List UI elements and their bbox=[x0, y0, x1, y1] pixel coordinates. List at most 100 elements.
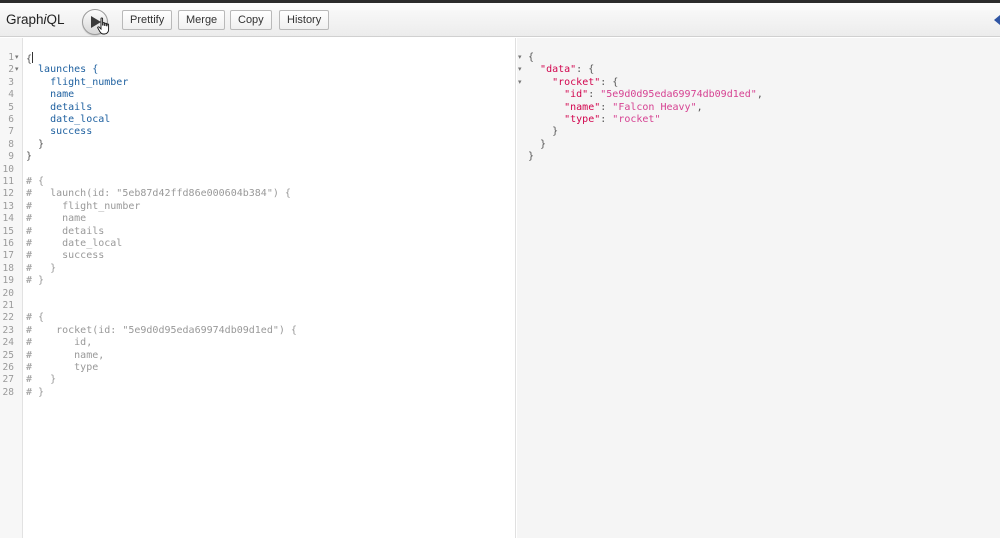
docs-chevron-icon[interactable] bbox=[994, 15, 1000, 25]
query-code-line: name bbox=[26, 89, 75, 101]
query-code-line: # { bbox=[26, 312, 45, 324]
query-code-line: # success bbox=[26, 250, 105, 262]
logo-text-ql: QL bbox=[46, 12, 65, 27]
query-code-line: } bbox=[26, 151, 33, 163]
json-punctuation: } bbox=[528, 126, 559, 138]
logo-text-graph: Graph bbox=[6, 12, 44, 27]
query-code-line: # } bbox=[26, 386, 45, 398]
line-number: 3 bbox=[8, 76, 14, 88]
prettify-button[interactable]: Prettify bbox=[122, 10, 173, 30]
fold-arrow-icon[interactable]: ▾ bbox=[518, 52, 522, 64]
query-code-line: # name bbox=[26, 213, 87, 225]
result-code-line: } bbox=[528, 126, 558, 138]
json-key: "data" bbox=[540, 64, 577, 76]
query-code-line: success bbox=[26, 126, 93, 138]
line-number: 15 bbox=[2, 225, 14, 237]
result-code-line: "rocket": { bbox=[528, 77, 618, 89]
result-viewer: ▾{▾ "data": {▾ "rocket": { "id": "5e9d0d… bbox=[517, 38, 1000, 538]
json-punctuation: , bbox=[756, 89, 763, 101]
result-code-line: } bbox=[528, 151, 534, 163]
graphiql-logo: GraphiQL bbox=[6, 12, 65, 27]
result-viewer-gutter bbox=[517, 38, 528, 538]
query-code-line: details bbox=[26, 101, 93, 113]
json-punctuation: : { bbox=[600, 76, 619, 88]
line-number: 20 bbox=[2, 287, 14, 299]
line-number: 21 bbox=[2, 300, 14, 311]
json-key: "name" bbox=[564, 101, 601, 113]
line-number: 7 bbox=[8, 126, 14, 138]
line-number: 23 bbox=[2, 324, 14, 336]
line-number: 1 bbox=[8, 52, 14, 63]
json-string-value: "rocket" bbox=[612, 114, 661, 125]
line-number: 25 bbox=[2, 349, 14, 361]
line-number: 10 bbox=[2, 163, 14, 175]
line-number: 14 bbox=[2, 213, 14, 225]
query-code-line: # rocket(id: "5e9d0d95eda69974db09d1ed")… bbox=[26, 324, 297, 336]
line-number: 11 bbox=[2, 176, 14, 187]
query-code-line: # } bbox=[26, 262, 57, 274]
query-code-line: # details bbox=[26, 225, 105, 237]
json-punctuation: : { bbox=[576, 64, 595, 76]
line-number: 18 bbox=[2, 262, 14, 274]
json-punctuation: : bbox=[600, 114, 613, 125]
result-code-line: "name": "Falcon Heavy", bbox=[528, 102, 703, 114]
toolbar: GraphiQL Prettify Merge Copy History bbox=[0, 3, 1000, 37]
json-punctuation: } bbox=[528, 151, 535, 163]
query-code-line: # { bbox=[26, 176, 45, 187]
line-number: 26 bbox=[2, 362, 14, 373]
line-number: 22 bbox=[2, 312, 14, 324]
result-code-line: "id": "5e9d0d95eda69974db09d1ed", bbox=[528, 89, 763, 101]
json-punctuation: { bbox=[528, 52, 535, 63]
line-number: 16 bbox=[2, 238, 14, 249]
json-string-value: "5e9d0d95eda69974db09d1ed" bbox=[600, 89, 757, 101]
query-code-line: # flight_number bbox=[26, 200, 141, 212]
history-button[interactable]: History bbox=[279, 10, 330, 30]
line-number: 8 bbox=[8, 138, 14, 150]
line-number: 27 bbox=[2, 374, 14, 386]
json-punctuation bbox=[528, 114, 564, 125]
json-punctuation bbox=[528, 102, 564, 113]
query-editor[interactable]: 1 ▾ {2 ▾ launches { 3 flight_number 4 name 5 d… bbox=[0, 38, 516, 538]
query-code-line: # name, bbox=[26, 349, 105, 361]
fold-arrow-icon[interactable]: ▾ bbox=[15, 64, 19, 76]
line-number: 2 bbox=[8, 64, 14, 76]
result-code-line: } bbox=[528, 139, 546, 151]
json-punctuation: } bbox=[528, 138, 547, 150]
query-code-line: date_local bbox=[26, 114, 111, 125]
line-number: 9 bbox=[8, 151, 14, 163]
fold-arrow-icon[interactable]: ▾ bbox=[15, 52, 19, 64]
query-code-line: # id, bbox=[26, 337, 93, 349]
line-number: 24 bbox=[2, 337, 14, 349]
query-code-line: } bbox=[26, 138, 45, 150]
query-code-line: # date_local bbox=[26, 238, 123, 249]
query-code-line: { bbox=[26, 52, 34, 65]
line-number: 19 bbox=[2, 275, 14, 287]
text-caret bbox=[32, 52, 34, 63]
line-number: 4 bbox=[8, 89, 14, 101]
result-code-line: "data": { bbox=[528, 64, 594, 76]
line-number: 13 bbox=[2, 200, 14, 212]
copy-button[interactable]: Copy bbox=[230, 10, 272, 30]
result-code-line: "type": "rocket" bbox=[528, 114, 660, 126]
fold-arrow-icon[interactable]: ▾ bbox=[518, 77, 522, 89]
fold-arrow-icon[interactable]: ▾ bbox=[518, 64, 522, 76]
query-code-line: # } bbox=[26, 275, 45, 287]
json-key: "rocket" bbox=[552, 76, 601, 88]
json-punctuation: , bbox=[696, 101, 703, 113]
line-number: 17 bbox=[2, 250, 14, 262]
json-string-value: "Falcon Heavy" bbox=[612, 101, 697, 113]
line-number: 28 bbox=[2, 386, 14, 398]
query-code-line: # launch(id: "5eb87d42ffd86e000604b384")… bbox=[26, 188, 291, 200]
query-code-line: launches { bbox=[26, 64, 99, 76]
json-punctuation bbox=[528, 89, 564, 100]
line-number: 6 bbox=[8, 114, 14, 125]
query-code-line: flight_number bbox=[26, 76, 129, 88]
json-key: "id" bbox=[564, 89, 589, 101]
json-key: "type" bbox=[564, 114, 601, 125]
line-number: 5 bbox=[8, 101, 14, 113]
json-punctuation: : bbox=[588, 89, 601, 101]
query-code-line: # type bbox=[26, 362, 99, 373]
result-code-line: { bbox=[528, 52, 534, 64]
json-punctuation bbox=[528, 64, 540, 75]
merge-button[interactable]: Merge bbox=[178, 10, 226, 30]
